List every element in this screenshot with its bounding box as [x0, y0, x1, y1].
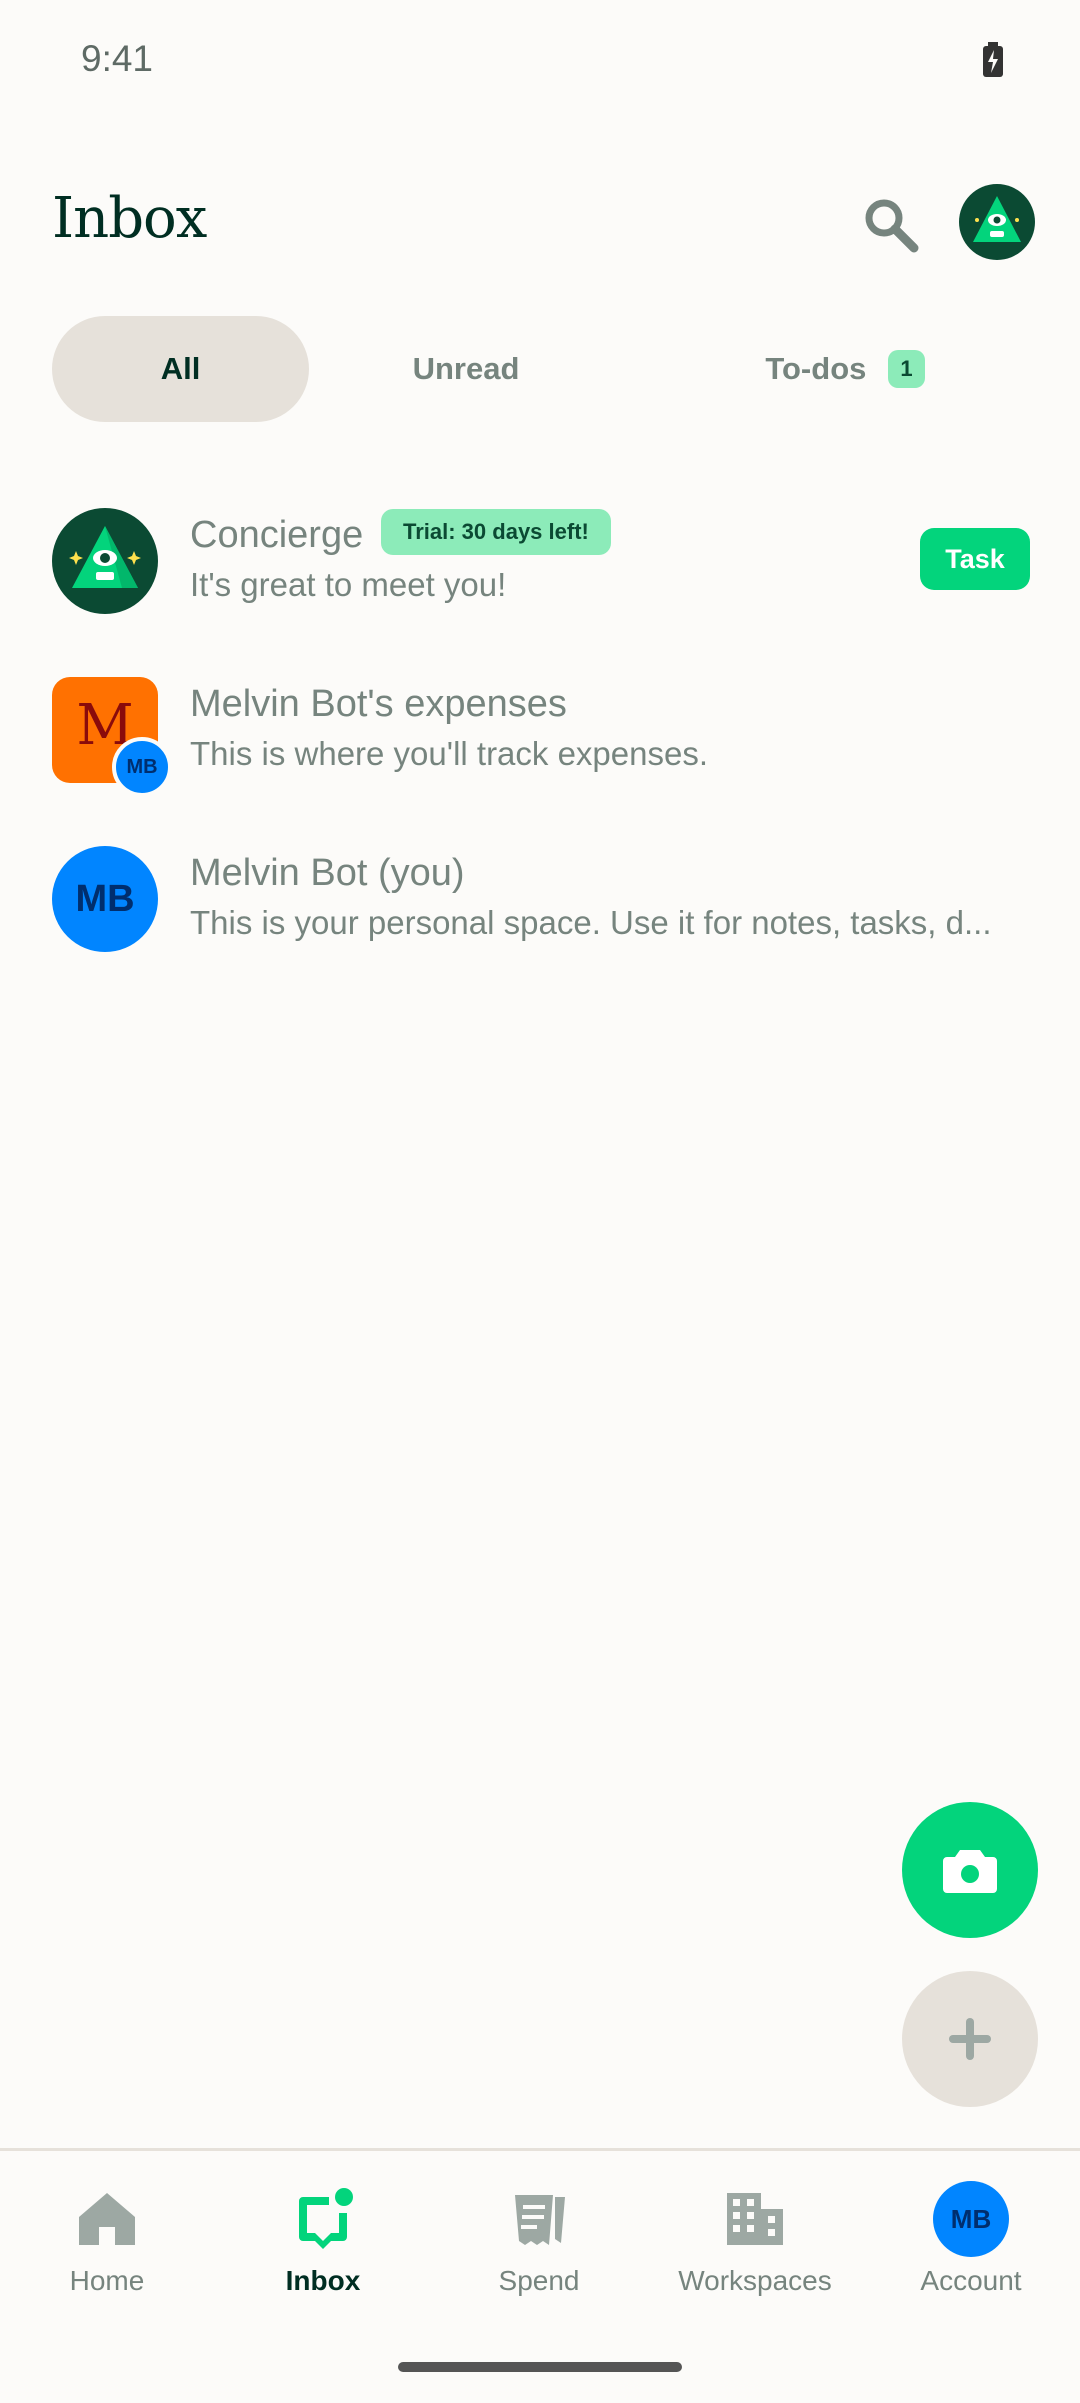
nav-label: Workspaces — [678, 2265, 832, 2296]
plus-icon — [949, 2018, 991, 2060]
nav-label: Spend — [498, 2265, 580, 2296]
todos-count-badge: 1 — [888, 350, 925, 388]
user-sub-avatar: MB — [112, 737, 172, 797]
workspace-avatar: M MB — [52, 677, 172, 797]
status-time: 9:41 — [81, 38, 154, 79]
chat-title: Concierge — [190, 514, 364, 556]
nav-inbox[interactable]: Inbox — [228, 2187, 418, 2317]
nav-label: Account — [920, 2265, 1022, 2296]
chat-title: Melvin Bot (you) — [190, 852, 465, 894]
camera-icon — [943, 1850, 997, 1893]
tab-all-label: All — [160, 351, 201, 386]
nav-spend[interactable]: Spend — [444, 2187, 634, 2317]
camera-button[interactable] — [902, 1802, 1038, 1938]
tab-todos-label: To-dos — [765, 351, 867, 386]
chat-row-self[interactable]: MB Melvin Bot (you) This is your persona… — [0, 832, 1080, 992]
tab-todos[interactable]: To-dos 1 — [662, 316, 1028, 422]
nav-label: Inbox — [285, 2265, 361, 2296]
nav-label: Home — [69, 2265, 145, 2296]
concierge-icon — [973, 196, 1021, 242]
account-avatar: MB — [933, 2181, 1009, 2257]
task-button[interactable]: Task — [920, 528, 1030, 590]
profile-avatar[interactable] — [959, 184, 1035, 260]
home-indicator[interactable] — [398, 2362, 682, 2372]
search-icon[interactable] — [858, 192, 922, 256]
home-icon — [79, 2193, 135, 2245]
nav-home[interactable]: Home — [12, 2187, 202, 2317]
chat-row-expenses[interactable]: M MB Melvin Bot's expenses This is where… — [0, 663, 1080, 823]
tab-unread[interactable]: Unread — [332, 316, 600, 422]
filter-tabs: All Unread To-dos 1 — [52, 316, 1028, 422]
building-icon — [727, 2193, 783, 2245]
trial-badge: Trial: 30 days left! — [381, 509, 611, 555]
user-avatar: MB — [52, 846, 158, 952]
concierge-avatar — [52, 508, 158, 614]
nav-account[interactable]: MB Account — [876, 2181, 1066, 2317]
tab-unread-label: Unread — [412, 351, 520, 386]
tab-all[interactable]: All — [52, 316, 309, 422]
page-title: Inbox — [52, 186, 207, 251]
create-button[interactable] — [902, 1971, 1038, 2107]
chat-preview: It's great to meet you! — [190, 566, 507, 603]
chat-preview: This is where you'll track expenses. — [190, 735, 709, 772]
concierge-icon — [69, 526, 141, 588]
receipt-icon — [515, 2195, 565, 2245]
nav-workspaces[interactable]: Workspaces — [660, 2187, 850, 2317]
chat-preview: This is your personal space. Use it for … — [190, 904, 992, 941]
inbox-icon — [299, 2188, 353, 2249]
battery-icon — [983, 42, 1003, 77]
chat-title: Melvin Bot's expenses — [190, 683, 567, 725]
